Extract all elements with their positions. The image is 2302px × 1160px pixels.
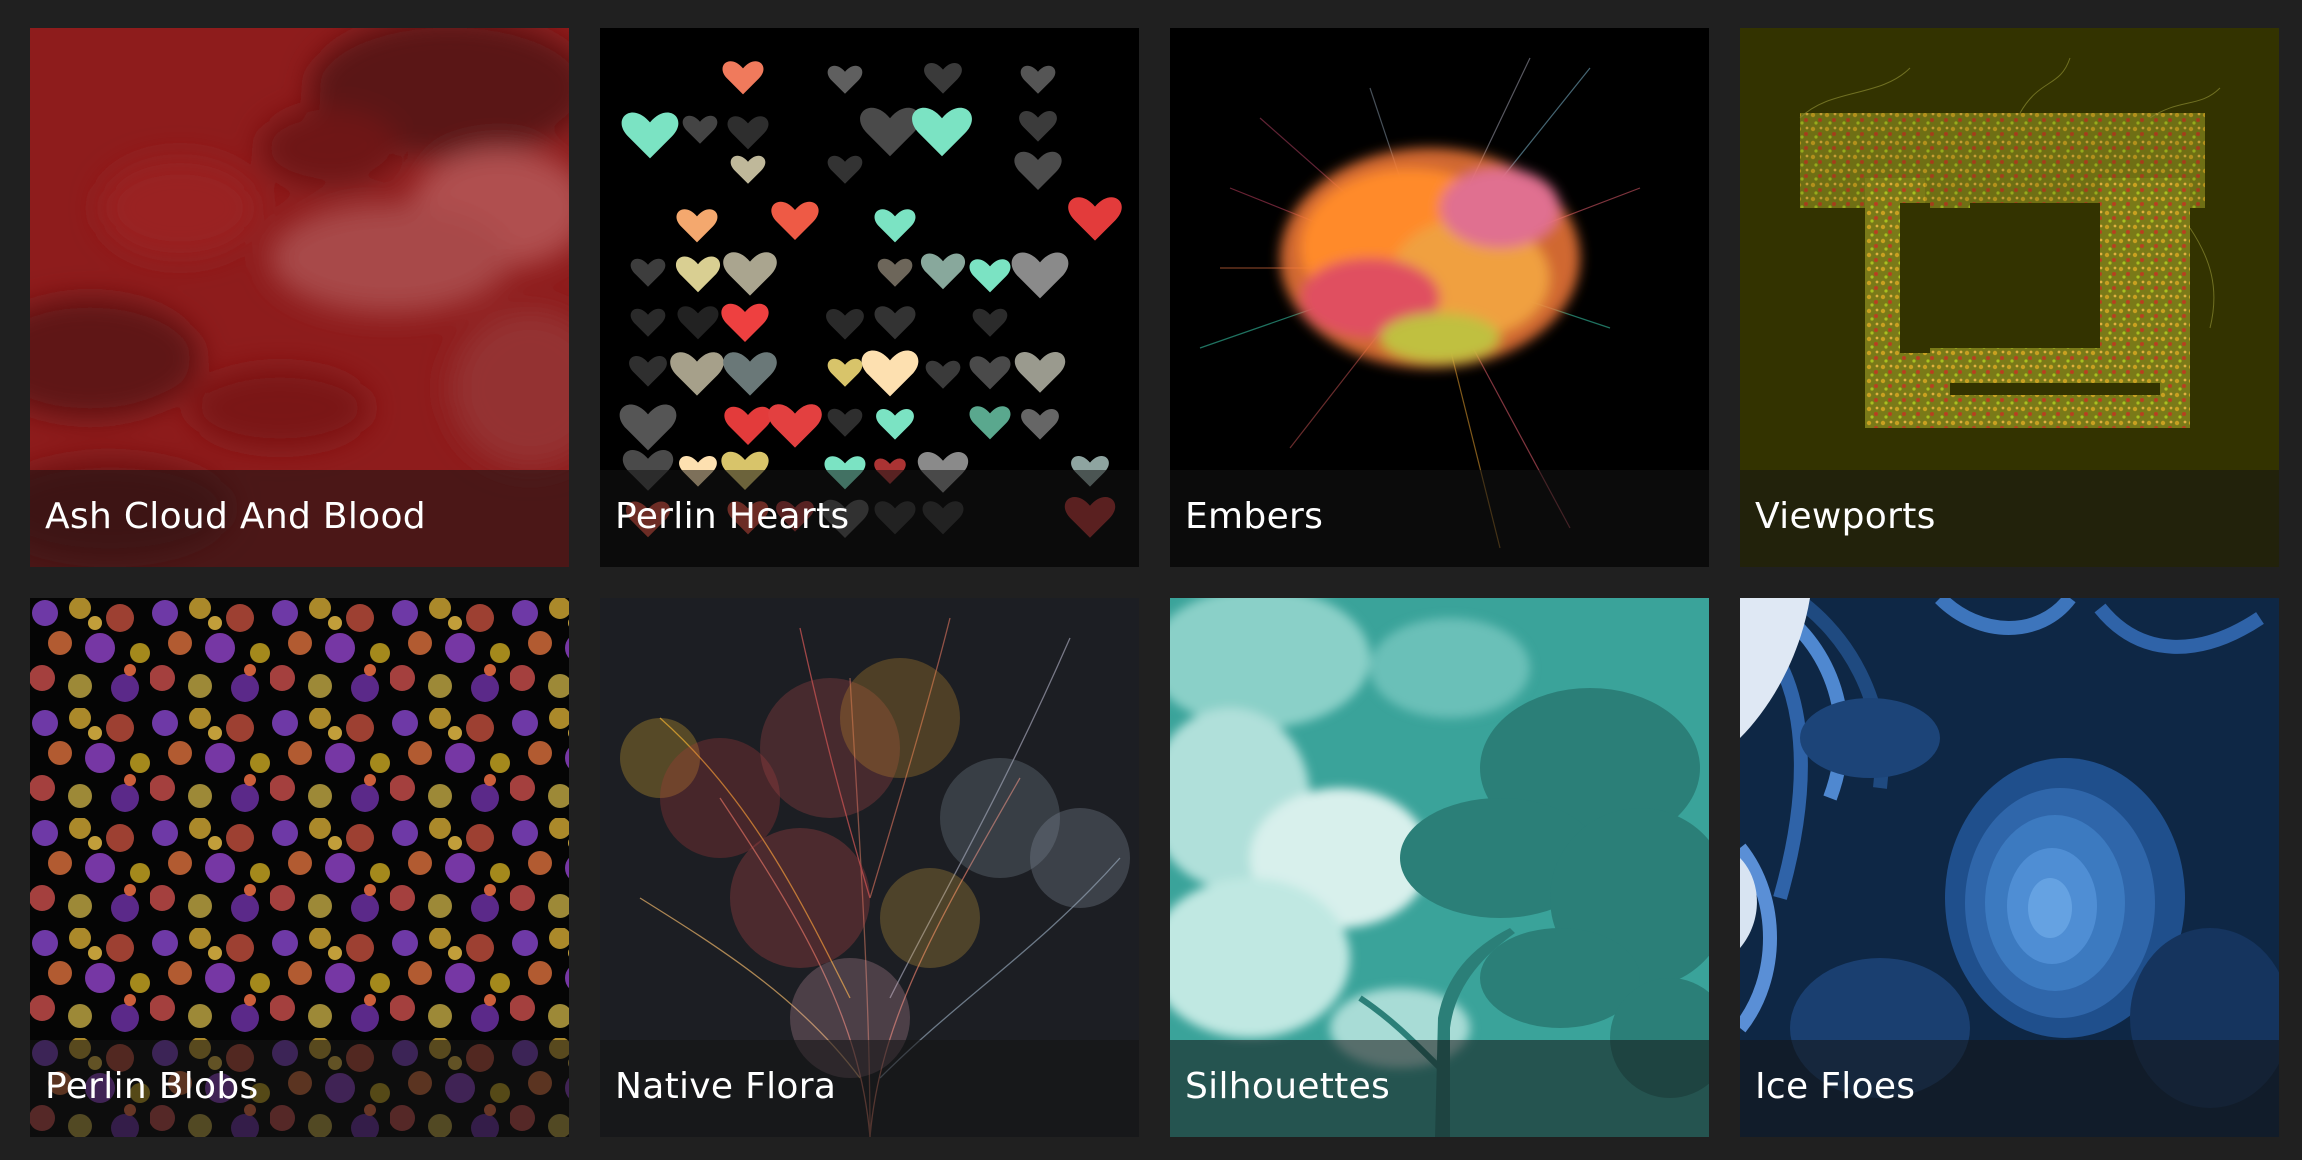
gallery-item-ice-floes[interactable]: Ice Floes	[1740, 598, 2279, 1137]
caption-bar: Perlin Blobs	[30, 1040, 569, 1137]
artwork-gallery: Ash Cloud And Blood Perlin Hearts Embers…	[0, 0, 2302, 1160]
artwork-title: Perlin Blobs	[45, 1066, 259, 1107]
caption-bar: Silhouettes	[1170, 1040, 1709, 1137]
artwork-title: Native Flora	[615, 1066, 837, 1107]
gallery-item-perlin-hearts[interactable]: Perlin Hearts	[600, 28, 1139, 567]
artwork-title: Embers	[1185, 496, 1324, 537]
caption-bar: Perlin Hearts	[600, 470, 1139, 567]
gallery-item-viewports[interactable]: Viewports	[1740, 28, 2279, 567]
gallery-item-embers[interactable]: Embers	[1170, 28, 1709, 567]
caption-bar: Ash Cloud And Blood	[30, 470, 569, 567]
caption-bar: Native Flora	[600, 1040, 1139, 1137]
artwork-title: Viewports	[1755, 496, 1936, 537]
caption-bar: Embers	[1170, 470, 1709, 567]
gallery-item-ash-cloud-and-blood[interactable]: Ash Cloud And Blood	[30, 28, 569, 567]
artwork-title: Ash Cloud And Blood	[45, 496, 426, 537]
gallery-item-native-flora[interactable]: Native Flora	[600, 598, 1139, 1137]
gallery-item-perlin-blobs[interactable]: Perlin Blobs	[30, 598, 569, 1137]
artwork-title: Ice Floes	[1755, 1066, 1916, 1107]
caption-bar: Ice Floes	[1740, 1040, 2279, 1137]
caption-bar: Viewports	[1740, 470, 2279, 567]
gallery-item-silhouettes[interactable]: Silhouettes	[1170, 598, 1709, 1137]
artwork-title: Perlin Hearts	[615, 496, 850, 537]
artwork-title: Silhouettes	[1185, 1066, 1391, 1107]
